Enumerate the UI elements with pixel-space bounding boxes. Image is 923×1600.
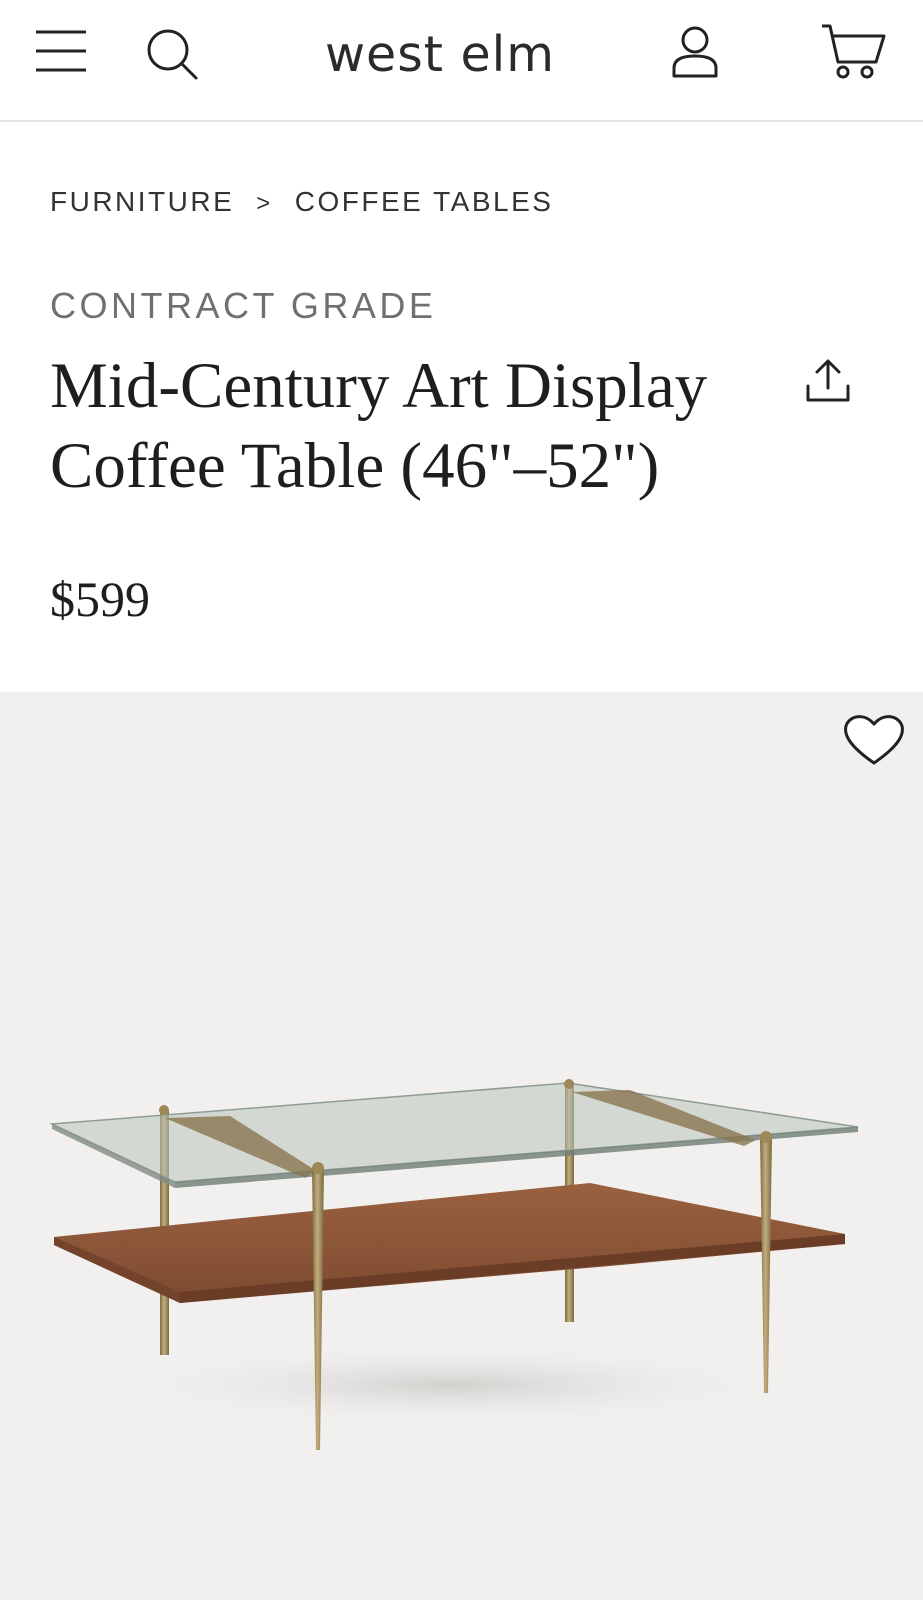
account-button[interactable] [668, 24, 722, 80]
breadcrumb-furniture[interactable]: FURNITURE [50, 186, 234, 217]
cart-icon [822, 24, 886, 79]
product-price: $599 [50, 571, 150, 627]
product-title: Mid-Century Art Display Coffee Table (46… [50, 346, 770, 506]
cart-button[interactable] [820, 22, 890, 82]
brand-logo[interactable]: west elm [300, 26, 580, 84]
heart-icon [844, 715, 904, 765]
product-eyebrow: CONTRACT GRADE [50, 285, 437, 326]
product-title-line1: Mid-Century Art Display [50, 350, 708, 422]
product-title-line2: Coffee Table (46"–52") [50, 430, 660, 502]
account-icon [672, 26, 718, 78]
share-button[interactable] [804, 356, 852, 408]
menu-icon [36, 30, 86, 72]
breadcrumb: FURNITURE > COFFEE TABLES [50, 186, 553, 218]
breadcrumb-separator: > [256, 190, 273, 217]
search-icon [147, 29, 198, 80]
menu-button[interactable] [34, 26, 90, 76]
breadcrumb-coffee-tables[interactable]: COFFEE TABLES [295, 186, 554, 217]
product-image [49, 1079, 859, 1450]
top-nav-bar: west elm [0, 0, 923, 122]
search-button[interactable] [144, 26, 202, 80]
favorite-button[interactable] [842, 710, 906, 768]
share-icon [806, 359, 850, 402]
